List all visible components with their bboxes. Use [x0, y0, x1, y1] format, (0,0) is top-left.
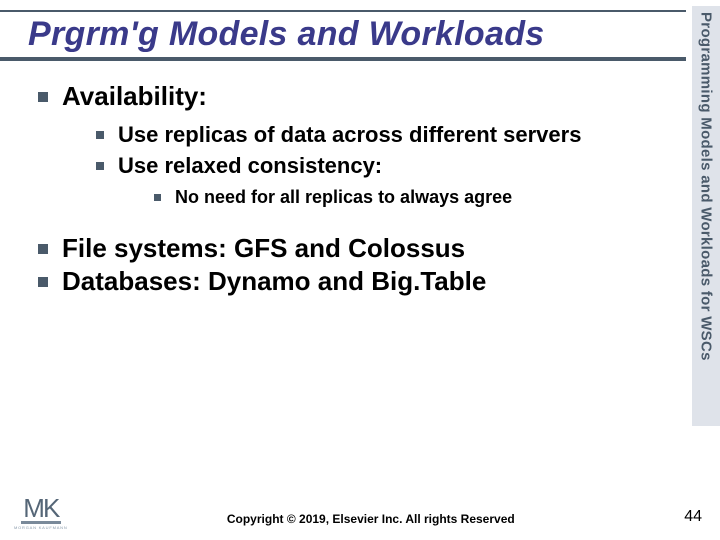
- bullet-level3-group: No need for all replicas to always agree: [154, 186, 672, 209]
- bullet-level1-group: File systems: GFS and Colossus Databases…: [38, 232, 672, 297]
- content-area: Availability: Use replicas of data acros…: [38, 80, 672, 297]
- bullet-level2: Use replicas of data across different se…: [96, 121, 672, 149]
- publisher-logo: MK MORGAN KAUFMANN: [14, 498, 68, 530]
- square-bullet-icon: [38, 244, 48, 254]
- copyright-text: Copyright © 2019, Elsevier Inc. All righ…: [68, 512, 674, 530]
- bullet-text: Use replicas of data across different se…: [118, 121, 581, 149]
- logo-subtext: MORGAN KAUFMANN: [14, 525, 68, 530]
- slide-title: Prgrm'g Models and Workloads: [28, 15, 686, 54]
- section-tab: Programming Models and Workloads for WSC…: [692, 6, 720, 426]
- bullet-heading: Availability:: [62, 80, 207, 113]
- bullet-text: File systems: GFS and Colossus: [62, 232, 465, 265]
- bullet-level2-group: Use replicas of data across different se…: [96, 121, 672, 209]
- square-bullet-icon: [96, 131, 104, 139]
- slide: Prgrm'g Models and Workloads Programming…: [0, 0, 720, 540]
- logo-divider: [21, 521, 61, 524]
- section-tab-label: Programming Models and Workloads for WSC…: [698, 12, 715, 361]
- bullet-level2: Use relaxed consistency:: [96, 152, 672, 180]
- square-bullet-icon: [96, 162, 104, 170]
- square-bullet-icon: [154, 194, 161, 201]
- bullet-level3: No need for all replicas to always agree: [154, 186, 672, 209]
- bullet-level1: Availability: Use replicas of data acros…: [38, 80, 672, 208]
- bullet-level1: File systems: GFS and Colossus: [38, 232, 672, 265]
- square-bullet-icon: [38, 277, 48, 287]
- bullet-text: Use relaxed consistency:: [118, 152, 382, 180]
- bullet-level1: Databases: Dynamo and Big.Table: [38, 265, 672, 298]
- bullet-text: No need for all replicas to always agree: [175, 186, 512, 209]
- square-bullet-icon: [38, 92, 48, 102]
- title-band: Prgrm'g Models and Workloads: [0, 10, 686, 61]
- page-number: 44: [674, 508, 702, 530]
- footer: MK MORGAN KAUFMANN Copyright © 2019, Els…: [0, 498, 720, 530]
- bullet-text: Databases: Dynamo and Big.Table: [62, 265, 486, 298]
- logo-text: MK: [23, 498, 58, 519]
